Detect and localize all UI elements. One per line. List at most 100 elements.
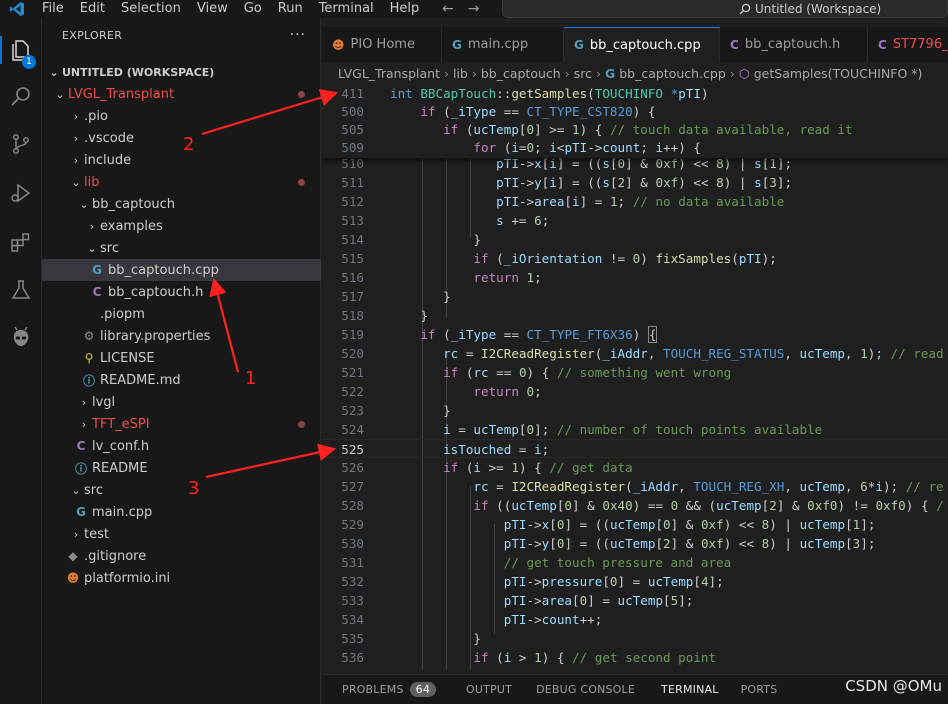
menu-go[interactable]: Go — [236, 0, 270, 18]
line-number: 530 — [341, 536, 364, 551]
tab-bb-captouch-h[interactable]: C bb_captouch.h — [720, 27, 868, 62]
tree-item-lv-conf-h[interactable]: C lv_conf.h — [42, 435, 321, 457]
line-number: 512 — [341, 194, 364, 209]
cpp-file-icon: G — [92, 263, 102, 277]
c-header-file-icon: C — [878, 37, 887, 52]
tab-terminal[interactable]: TERMINAL — [659, 675, 721, 704]
tree-item-label: include — [84, 152, 132, 168]
menu-selection[interactable]: Selection — [113, 0, 189, 18]
tab-label: bb_captouch.h — [744, 37, 841, 52]
code-editor[interactable]: 411 int BBCapTouch::getSamples(TOUCHINFO … — [322, 84, 948, 670]
tree-item-include[interactable]: › include — [42, 149, 321, 171]
breadcrumb-item[interactable]: LVGL_Transplant — [338, 66, 440, 81]
tab-st7796[interactable]: C ST7796_I — [868, 27, 948, 62]
menu-help[interactable]: Help — [382, 0, 428, 18]
breadcrumb-item[interactable]: bb_captouch.cpp — [619, 66, 726, 81]
tree-item-label: bb_captouch — [92, 196, 176, 212]
tree-item-tft-espi[interactable]: › TFT_eSPI — [42, 413, 321, 435]
line-number: 509 — [341, 140, 364, 155]
code-text: i = ucTemp[0]; // number of touch points… — [443, 422, 823, 437]
menu-view[interactable]: View — [189, 0, 236, 18]
code-line: 534 pTI->count++; — [322, 610, 948, 629]
search-icon[interactable] — [0, 77, 42, 117]
code-text: return 0; — [473, 384, 542, 399]
tree-item-label: test — [84, 526, 109, 542]
tab-label: TERMINAL — [661, 682, 719, 696]
code-text: rc = I2CReadRegister(_iAddr, TOUCH_REG_X… — [473, 479, 944, 494]
tree-item-examples[interactable]: › examples — [42, 215, 321, 237]
tree-item-lvgl[interactable]: › lvgl — [42, 391, 321, 413]
gear-icon: ⚙ — [83, 329, 95, 343]
workspace-label: UNTITLED (WORKSPACE) — [62, 65, 215, 79]
tree-item-src-root[interactable]: ⌄ src — [42, 479, 321, 501]
chevron-right-icon: › — [81, 417, 87, 431]
tree-item-lvgl-transplant[interactable]: ⌄ LVGL_Transplant — [42, 83, 321, 105]
back-arrow-icon[interactable]: ← — [442, 1, 454, 17]
code-text: pTI->area[i] = 1; // no data available — [496, 194, 785, 209]
testing-flask-icon[interactable] — [0, 270, 42, 310]
modified-dot-icon — [298, 179, 305, 186]
breadcrumb-item[interactable]: bb_captouch — [481, 66, 561, 81]
tree-item-bb-captouch-cpp[interactable]: G bb_captouch.cpp — [42, 259, 321, 281]
tree-item-pio[interactable]: › .pio — [42, 105, 321, 127]
breadcrumb-item[interactable]: getSamples(TOUCHINFO *) — [754, 66, 923, 81]
tree-item-label: .gitignore — [84, 548, 147, 564]
code-text: s += 6; — [496, 213, 550, 228]
tree-item-main-cpp[interactable]: G main.cpp — [42, 501, 321, 523]
source-control-icon[interactable] — [0, 124, 42, 164]
tab-label: ST7796_I — [892, 37, 948, 52]
tree-item-label: lv_conf.h — [92, 438, 150, 454]
code-line: 521 if (rc == 0) { // something went wro… — [322, 363, 948, 382]
tree-item-vscode[interactable]: › .vscode — [42, 127, 321, 149]
navigation-arrows: ← → — [442, 0, 479, 18]
code-line: 526 if (i >= 1) { // get data — [322, 458, 948, 477]
extensions-icon[interactable] — [0, 222, 42, 262]
tree-item-license[interactable]: ⚲ LICENSE — [42, 347, 321, 369]
tree-item-library-properties[interactable]: ⚙ library.properties — [42, 325, 321, 347]
run-debug-icon[interactable] — [0, 173, 42, 213]
tab-output[interactable]: OUTPUT — [446, 675, 522, 704]
code-line: 524 i = ucTemp[0]; // number of touch po… — [322, 420, 948, 439]
tree-item-bb-captouch[interactable]: ⌄ bb_captouch — [42, 193, 321, 215]
tree-item-label: README — [92, 460, 148, 476]
tab-problems[interactable]: PROBLEMS 64 — [322, 675, 446, 704]
more-actions-icon[interactable]: ··· — [290, 27, 306, 43]
tab-bb-captouch-cpp[interactable]: G bb_captouch.cpp — [564, 27, 720, 62]
code-line: 531 // get touch pressure and area — [322, 553, 948, 572]
line-number: 519 — [341, 327, 364, 342]
tab-label: main.cpp — [467, 37, 529, 52]
tab-pio-home[interactable]: ☻ PIO Home — [322, 27, 442, 62]
title-bar: File Edit Selection View Go Run Terminal… — [0, 0, 948, 18]
tree-item-piopm[interactable]: .piopm — [42, 303, 321, 325]
info-icon: ⓘ — [82, 373, 95, 388]
tab-ports[interactable]: PORTS — [721, 675, 788, 704]
code-text: for (i=0; i<pTI->count; i++) { — [473, 140, 701, 155]
code-line: 527 rc = I2CReadRegister(_iAddr, TOUCH_R… — [322, 477, 948, 496]
menu-edit[interactable]: Edit — [72, 0, 113, 18]
code-line: 500 if (_iType == CT_TYPE_CST820) { — [322, 102, 948, 121]
tree-item-readme-md[interactable]: ⓘ README.md — [42, 369, 321, 391]
tree-item-readme[interactable]: ⓘ README — [42, 457, 321, 479]
command-center-search[interactable]: Untitled (Workspace) — [502, 0, 948, 18]
tree-item-src[interactable]: ⌄ src — [42, 237, 321, 259]
tab-main-cpp[interactable]: G main.cpp — [442, 27, 564, 62]
tree-item-lib[interactable]: ⌄ lib — [42, 171, 321, 193]
menu-run[interactable]: Run — [270, 0, 311, 18]
breadcrumb-item[interactable]: src — [574, 66, 592, 81]
explorer-icon[interactable]: 1 — [0, 30, 42, 70]
tab-debug-console[interactable]: DEBUG CONSOLE — [522, 675, 645, 704]
annotation-number-1: 1 — [245, 368, 257, 389]
platformio-alien-icon[interactable] — [0, 318, 42, 358]
forward-arrow-icon[interactable]: → — [468, 1, 480, 17]
tree-item-test[interactable]: › test — [42, 523, 321, 545]
menu-terminal[interactable]: Terminal — [311, 0, 382, 18]
line-number: 526 — [341, 460, 364, 475]
chevron-right-icon: › — [471, 65, 477, 81]
tree-item-bb-captouch-h[interactable]: C bb_captouch.h — [42, 281, 321, 303]
c-header-file-icon: C — [92, 285, 102, 299]
tree-item-gitignore[interactable]: ◆ .gitignore — [42, 545, 321, 567]
workspace-root[interactable]: ⌄ UNTITLED (WORKSPACE) — [42, 61, 321, 83]
menu-file[interactable]: File — [34, 0, 72, 18]
breadcrumb-item[interactable]: lib — [453, 66, 468, 81]
tree-item-platformio-ini[interactable]: ☻ platformio.ini — [42, 567, 321, 589]
